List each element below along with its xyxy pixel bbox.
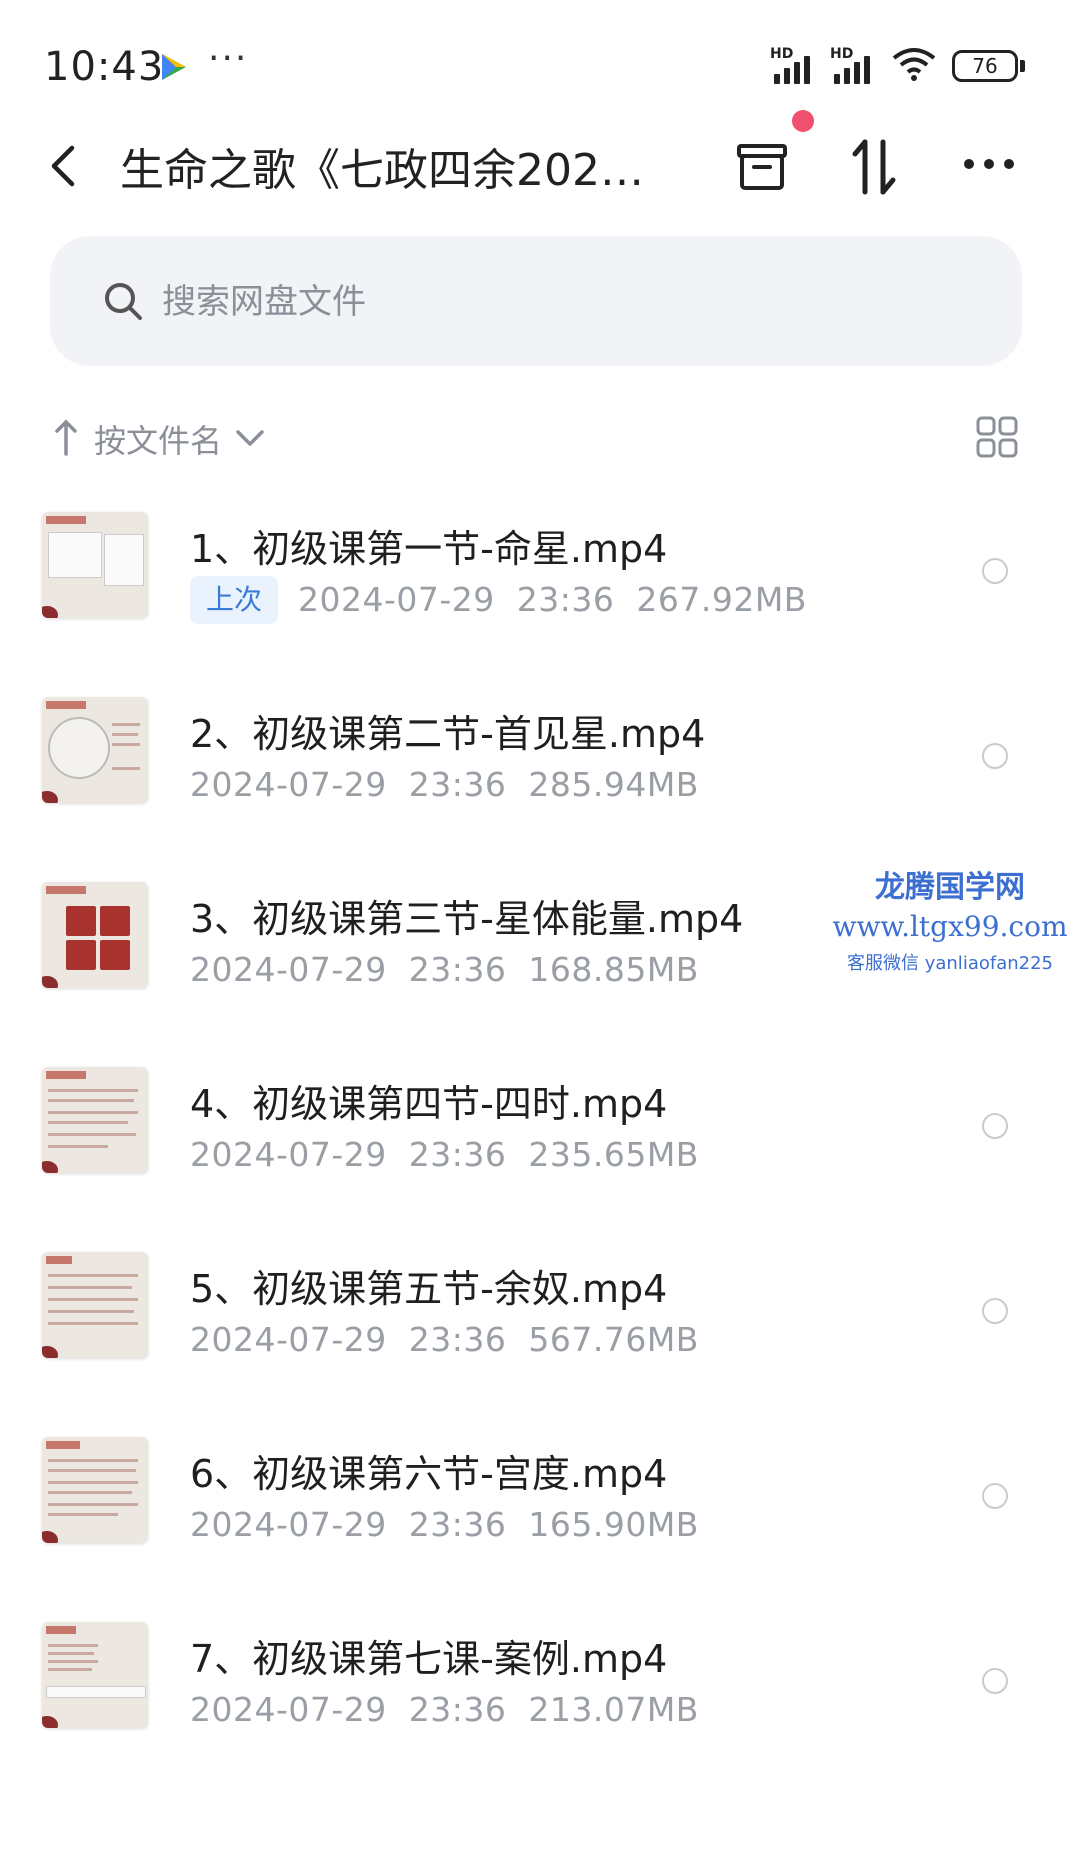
- watermark-title: 龙腾国学网: [875, 870, 1025, 905]
- signal-icon-2: HD: [830, 46, 886, 84]
- file-meta: 2024-07-29 23:36 165.90MB: [190, 1505, 699, 1544]
- back-icon[interactable]: [46, 144, 82, 188]
- file-name: 1、初级课第一节-命星.mp4: [190, 527, 668, 571]
- select-checkbox[interactable]: [982, 1483, 1008, 1509]
- file-name: 2、初级课第二节-首见星.mp4: [190, 712, 706, 756]
- chevron-down-icon[interactable]: [234, 428, 266, 448]
- archive-icon[interactable]: [736, 142, 788, 192]
- search-box[interactable]: [50, 236, 1022, 366]
- search-input[interactable]: [160, 272, 864, 332]
- sort-icon[interactable]: [850, 138, 898, 196]
- list-item[interactable]: 5、初级课第五节-余奴.mp4 2024-07-29 23:36 567.76M…: [0, 1240, 1080, 1425]
- wifi-icon: [892, 48, 936, 81]
- list-item[interactable]: 2、初级课第二节-首见星.mp4 2024-07-29 23:36 285.94…: [0, 685, 1080, 870]
- nav-bar: 生命之歌《七政四余202…: [0, 110, 1080, 240]
- play-store-icon: [162, 54, 186, 80]
- list-item[interactable]: 1、初级课第一节-命星.mp4 上次 2024-07-29 23:36 267.…: [0, 500, 1080, 685]
- notification-dot: [792, 110, 814, 132]
- search-icon: [105, 283, 142, 320]
- list-item[interactable]: 4、初级课第四节-四时.mp4 2024-07-29 23:36 235.65M…: [0, 1055, 1080, 1240]
- select-checkbox[interactable]: [982, 1298, 1008, 1324]
- grid-view-icon[interactable]: [976, 416, 1018, 458]
- file-name: 3、初级课第三节-星体能量.mp4: [190, 897, 744, 941]
- signal-icon: HD: [770, 46, 826, 84]
- watermark: 龙腾国学网 www.ltgx99.com 客服微信 yanliaofan225: [820, 862, 1080, 975]
- battery-icon: 76: [952, 50, 1018, 82]
- select-checkbox[interactable]: [982, 1668, 1008, 1694]
- video-thumbnail: [42, 697, 148, 803]
- select-checkbox[interactable]: [982, 1113, 1008, 1139]
- file-meta: 2024-07-29 23:36 213.07MB: [190, 1690, 699, 1729]
- page-title: 生命之歌《七政四余202…: [120, 145, 644, 196]
- watermark-url: www.ltgx99.com: [832, 910, 1068, 943]
- list-item[interactable]: 7、初级课第七课-案例.mp4 2024-07-29 23:36 213.07M…: [0, 1610, 1080, 1795]
- battery-tip: [1020, 60, 1025, 72]
- file-name: 5、初级课第五节-余奴.mp4: [190, 1267, 668, 1311]
- file-meta: 2024-07-29 23:36 168.85MB: [190, 950, 699, 989]
- more-notifications-icon: ···: [208, 38, 249, 79]
- file-meta: 2024-07-29 23:36 285.94MB: [190, 765, 699, 804]
- status-bar: 10:43 ··· HD HD 76: [0, 0, 1080, 120]
- last-played-badge: 上次: [190, 576, 279, 624]
- video-thumbnail: [42, 1622, 148, 1728]
- file-name: 4、初级课第四节-四时.mp4: [190, 1082, 668, 1126]
- watermark-contact: 客服微信 yanliaofan225: [847, 953, 1053, 974]
- video-thumbnail: [42, 1067, 148, 1173]
- sort-bar: 按文件名: [0, 410, 1080, 470]
- select-checkbox[interactable]: [982, 743, 1008, 769]
- file-meta: 2024-07-29 23:36 235.65MB: [190, 1135, 699, 1174]
- file-meta: 2024-07-29 23:36 567.76MB: [190, 1320, 699, 1359]
- sort-by-filename-button[interactable]: 按文件名: [94, 416, 222, 462]
- file-name: 6、初级课第六节-宫度.mp4: [190, 1452, 668, 1496]
- more-icon[interactable]: [962, 156, 1016, 172]
- video-thumbnail: [42, 1437, 148, 1543]
- list-item[interactable]: 6、初级课第六节-宫度.mp4 2024-07-29 23:36 165.90M…: [0, 1425, 1080, 1610]
- file-name: 7、初级课第七课-案例.mp4: [190, 1637, 668, 1681]
- select-checkbox[interactable]: [982, 558, 1008, 584]
- video-thumbnail: [42, 882, 148, 988]
- video-thumbnail: [42, 1252, 148, 1358]
- clock: 10:43: [44, 44, 165, 90]
- video-thumbnail: [42, 512, 148, 618]
- file-meta: 2024-07-29 23:36 267.92MB: [298, 580, 807, 619]
- arrow-up-icon[interactable]: [54, 418, 78, 458]
